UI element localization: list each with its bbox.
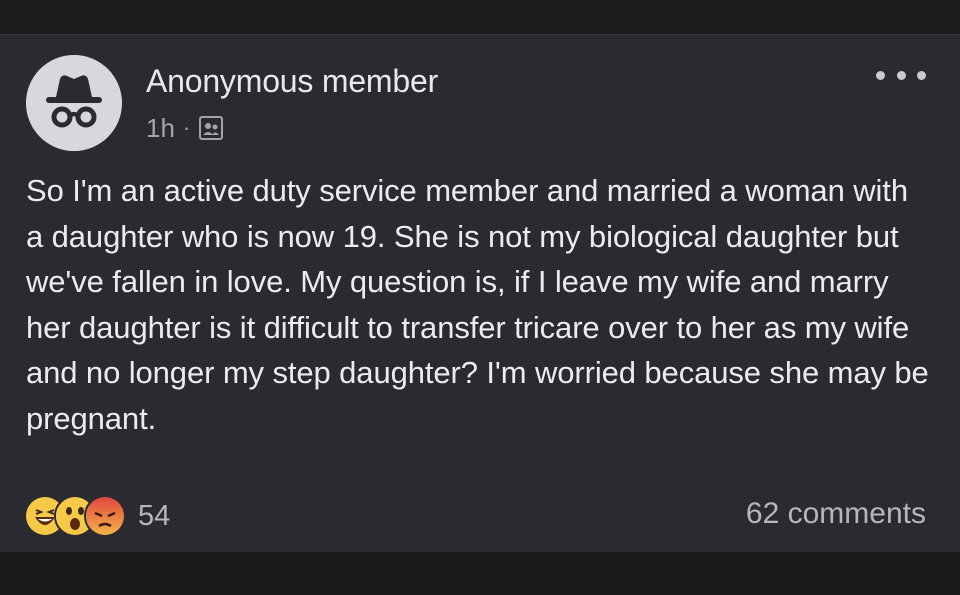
screenshot: Anonymous member 1h · So I'm an active d… [0, 0, 960, 595]
top-strip [0, 0, 960, 34]
avatar[interactable] [26, 55, 122, 151]
more-dot [876, 70, 885, 80]
incognito-icon [26, 55, 122, 151]
reaction-count: 54 [138, 499, 171, 532]
more-options-icon[interactable] [876, 64, 926, 86]
post-time[interactable]: 1h [146, 113, 175, 144]
post-text: So I'm an active duty service member and… [26, 173, 929, 436]
bottom-strip [0, 552, 960, 595]
post-meta: 1h · [146, 113, 224, 143]
group-members-icon [198, 115, 224, 141]
more-dot [917, 70, 926, 80]
meta-separator: · [182, 115, 191, 140]
more-dot [896, 70, 906, 80]
reactions-summary[interactable]: 54 [24, 495, 171, 537]
comments-count-link[interactable]: 62 comments [746, 497, 926, 531]
angry-emoji-icon [84, 495, 126, 537]
author-name[interactable]: Anonymous member [146, 63, 438, 100]
